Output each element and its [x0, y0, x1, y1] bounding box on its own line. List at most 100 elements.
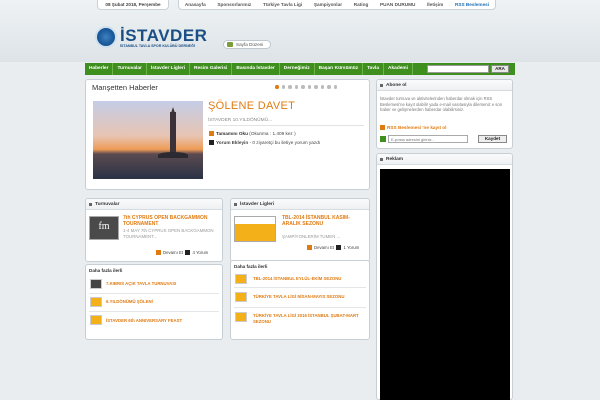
divider	[89, 293, 219, 294]
date-display: 08 Şubat 2018, Perşembe	[97, 0, 169, 10]
topnav-sponsorlar[interactable]: Sponsorlarımız	[217, 2, 251, 7]
nav-resim-galerisi[interactable]: Resim Galerisi	[190, 63, 233, 75]
layout-button[interactable]: Sayfa Düzeni	[223, 40, 271, 49]
topnav-puan-durumu[interactable]: PUAN DURUMU	[380, 2, 415, 7]
search-button[interactable]: ARA	[491, 65, 509, 73]
headline-panel-title: Manşetten Haberler	[92, 83, 158, 92]
divider	[208, 125, 364, 126]
nav-akademi[interactable]: Akademi	[384, 63, 414, 75]
tournament-item-title[interactable]: 7th CYPRUS OPEN BACKGAMMON TOURNAMENT	[123, 215, 219, 227]
leagues-header: İstavder Ligleri	[231, 199, 369, 210]
add-comment-link[interactable]: Yorum Ekleyin	[216, 140, 248, 145]
slider-dot[interactable]	[281, 85, 285, 89]
slider-dot[interactable]	[327, 85, 331, 89]
more-left-title: Daha fazla ilerli	[89, 268, 123, 273]
tournament-comments[interactable]: 4 Yorum	[192, 250, 208, 255]
topnav-rss[interactable]: RSS Beslemesi	[455, 2, 489, 7]
read-more-link[interactable]: Tamamını Oku	[216, 131, 248, 136]
headline-image[interactable]	[93, 101, 203, 179]
nav-dernegimiz[interactable]: Derneğimiz	[280, 63, 315, 75]
nav-basinda[interactable]: Basında İstavder	[232, 63, 280, 75]
arrow-icon	[156, 250, 161, 255]
news-thumbnail[interactable]	[235, 312, 247, 322]
subscribe-title: Abone ol	[386, 83, 407, 88]
more-right-link[interactable]: TÜRKİYE TAVLA LİGİ NİSAN-MAYIS SEZONU	[253, 294, 365, 299]
slider-dot[interactable]	[314, 85, 318, 89]
nav-tavla[interactable]: Tavla	[363, 63, 385, 75]
more-left-link[interactable]: 6.YILDÖNÜMÜ ŞÖLENİ	[106, 299, 153, 304]
news-thumbnail[interactable]	[90, 315, 102, 325]
nav-basari-kursumuz[interactable]: Başarı Kürsümüz	[315, 63, 364, 75]
logo-subtitle: İSTANBUL TAVLA SPOR KULÜBÜ DERNEĞİ	[120, 44, 195, 48]
league-footer: Devamı Et 1 Yorum	[307, 245, 359, 250]
subscribe-panel: Abone ol İstavder turnuva ve aktiviteler…	[376, 79, 513, 149]
news-thumbnail[interactable]	[90, 279, 102, 289]
collapse-icon[interactable]	[89, 203, 92, 206]
mail-icon	[380, 136, 386, 142]
arrow-icon	[307, 245, 312, 250]
divider	[234, 287, 366, 288]
tournaments-title: Turnuvalar	[95, 202, 120, 207]
collapse-icon[interactable]	[380, 84, 383, 87]
league-item-title[interactable]: TBL-2014 İSTANBUL KASIM-ARALIK SEZONU	[282, 215, 368, 227]
rss-row: RSS Beslemesi 'ne kayıt ol	[380, 125, 446, 130]
slider-dot[interactable]	[288, 85, 292, 89]
slider-dots	[275, 85, 337, 89]
news-thumbnail[interactable]	[235, 274, 247, 284]
league-more-link[interactable]: Devamı Et	[314, 245, 334, 250]
save-button[interactable]: Kaydet	[478, 135, 507, 143]
email-input[interactable]	[388, 135, 468, 143]
league-comments[interactable]: 1 Yorum	[343, 245, 359, 250]
topnav-tavla-ligi[interactable]: Türkiye Tavla Ligi	[263, 2, 302, 7]
logo-emblem-icon[interactable]	[95, 26, 117, 48]
read-count: (Okunma : 1.409 kez )	[249, 131, 296, 136]
home-icon	[227, 42, 233, 47]
comment-icon	[185, 250, 191, 255]
maidens-tower	[170, 112, 176, 156]
nav-istavder-ligleri[interactable]: İstavder Ligleri	[147, 63, 191, 75]
slider-dot[interactable]	[275, 85, 279, 89]
collapse-icon[interactable]	[380, 158, 383, 161]
news-thumbnail[interactable]	[235, 292, 247, 302]
more-left-link[interactable]: 7.KIBRIS AÇIK TAVLA TURNUVASI	[106, 281, 176, 286]
tournament-footer: Devamı Et 4 Yorum	[156, 250, 208, 255]
topnav-anasayfa[interactable]: Anasayfa	[185, 2, 206, 7]
tournaments-panel: Turnuvalar fm 7th CYPRUS OPEN BACKGAMMON…	[85, 198, 223, 262]
topnav-sampiyonlar[interactable]: Şampiyonlar	[314, 2, 342, 7]
nav-turnuvalar[interactable]: Turnuvalar	[113, 63, 147, 75]
slider-dot[interactable]	[307, 85, 311, 89]
islet-silhouette	[158, 152, 188, 158]
leagues-panel: İstavder Ligleri TBL-2014 İSTANBUL KASIM…	[230, 198, 370, 262]
league-thumbnail[interactable]	[234, 216, 276, 242]
more-right-link[interactable]: TBL-2014 İSTANBUL EYLÜL-EKİM SEZONU	[253, 276, 365, 281]
more-left-link[interactable]: İSTAVDER 6th ANNIVERSARY FEAST	[106, 318, 182, 323]
rss-subscribe-link[interactable]: RSS Beslemesi 'ne kayıt ol	[387, 125, 446, 130]
collapse-icon[interactable]	[234, 203, 237, 206]
ad-title: Reklam	[386, 157, 404, 162]
divider	[89, 311, 219, 312]
subscribe-text: İstavder turnuva ve aktivitelerinden hab…	[380, 96, 503, 112]
slider-dot[interactable]	[333, 85, 337, 89]
logo-title[interactable]: İSTAVDER	[120, 27, 207, 44]
search-input[interactable]	[427, 65, 489, 73]
topnav-iletisim[interactable]: İletişim	[427, 2, 443, 7]
divider	[234, 307, 366, 308]
slider-dot[interactable]	[320, 85, 324, 89]
league-item-desc: ŞAMPİYONLERİM TUMEN ...	[282, 234, 341, 239]
ad-banner[interactable]	[380, 169, 510, 400]
nav-haberler[interactable]: Haberler	[85, 63, 114, 75]
slider-dot[interactable]	[294, 85, 298, 89]
tournament-thumbnail[interactable]: fm	[89, 216, 119, 240]
news-thumbnail[interactable]	[90, 297, 102, 307]
tournaments-header: Turnuvalar	[86, 199, 222, 210]
slider-dot[interactable]	[301, 85, 305, 89]
more-news-left: Daha fazla ilerli 7.KIBRIS AÇIK TAVLA TU…	[85, 264, 223, 340]
leagues-title: İstavder Ligleri	[240, 202, 275, 207]
topnav-rating[interactable]: Rating	[354, 2, 369, 7]
rss-icon	[380, 125, 385, 130]
tournament-more-link[interactable]: Devamı Et	[163, 250, 183, 255]
headline-subtitle: İSTAVDER 10.YILDÖNÜMÜ...	[208, 118, 273, 123]
more-right-link[interactable]: TÜRKİYE TAVLA LİGİ 2016 İSTANBUL ŞUBAT-M…	[253, 313, 365, 325]
arrow-icon	[209, 131, 214, 136]
headline-title[interactable]: ŞÖLENE DAVET	[208, 100, 295, 112]
